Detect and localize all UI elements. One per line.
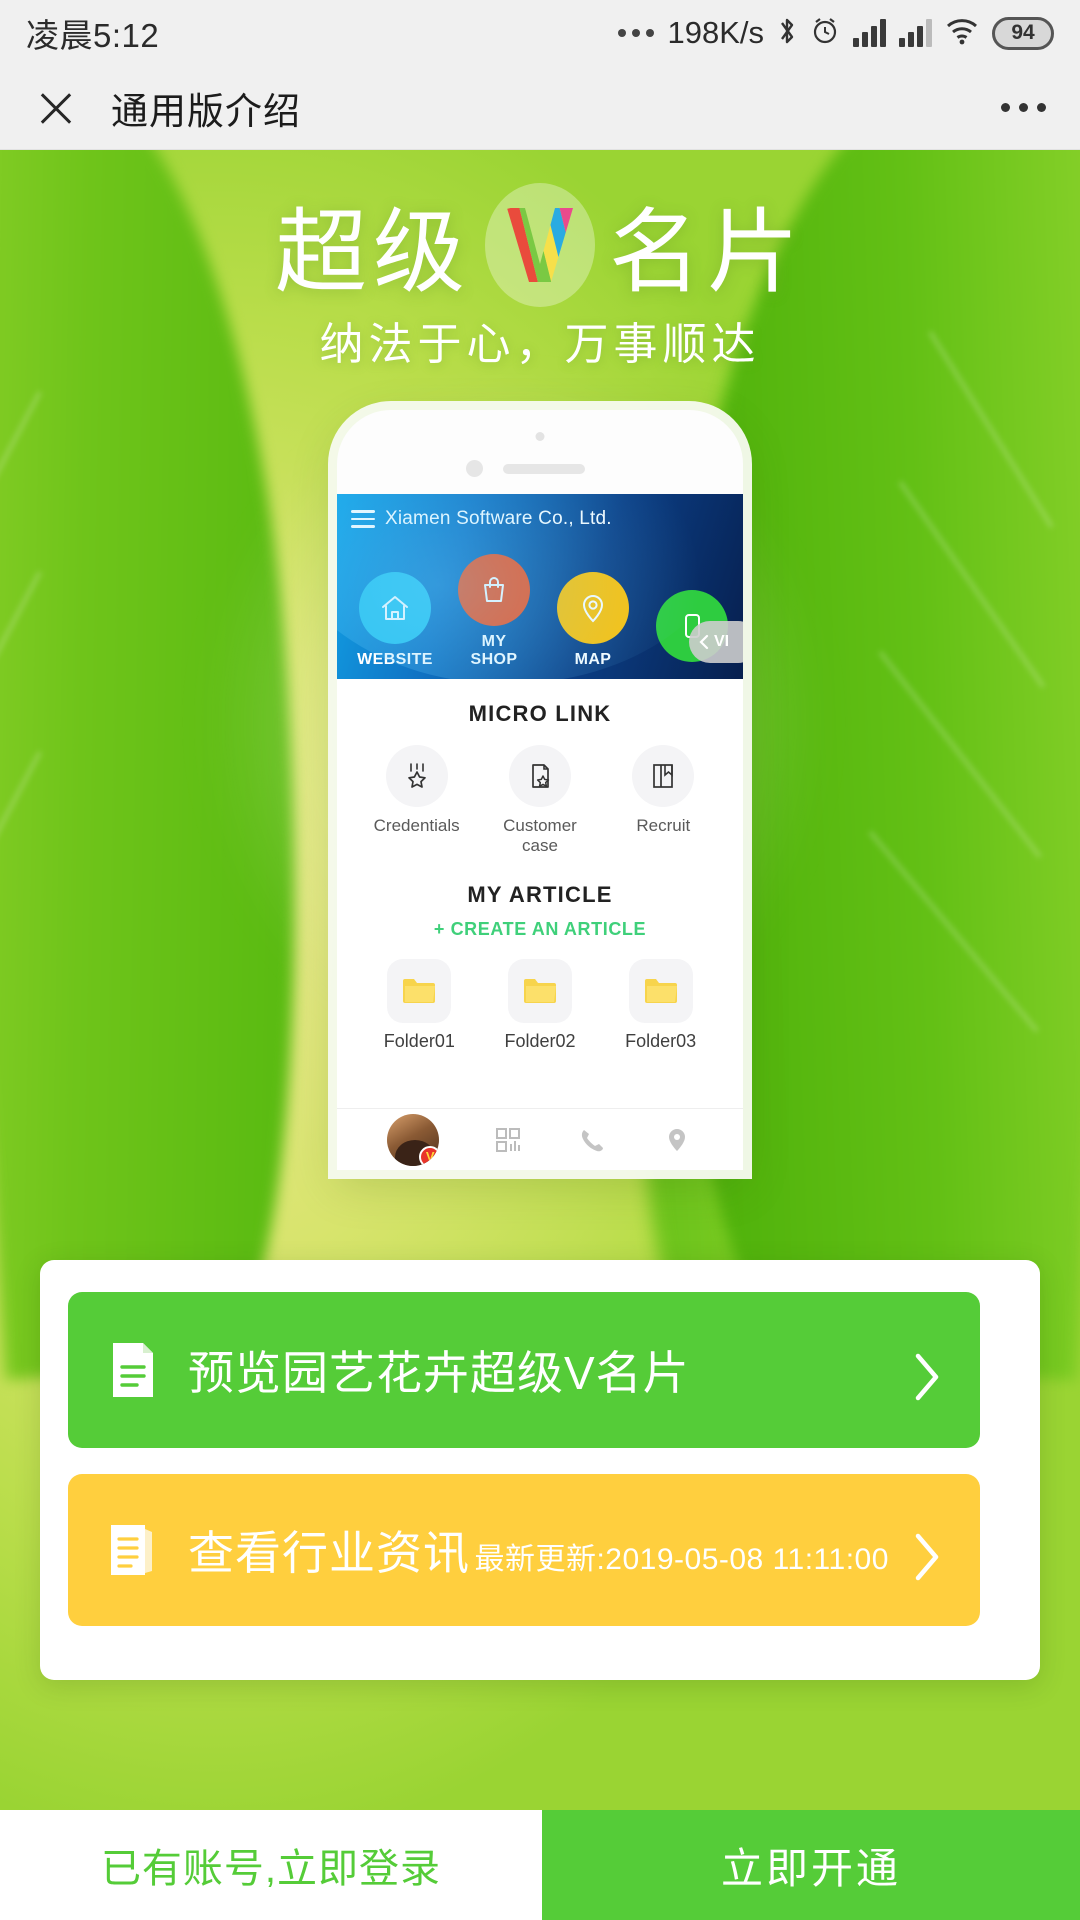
cta-card: 预览园艺花卉超级V名片 查看行业资讯 最新更新:2019-05-08 11:11… bbox=[40, 1260, 1040, 1680]
preview-nav-item-my-shop[interactable]: MY SHOP bbox=[456, 554, 532, 669]
industry-news-button[interactable]: 查看行业资讯 最新更新:2019-05-08 11:11:00 bbox=[68, 1474, 980, 1626]
folder-icon bbox=[507, 959, 572, 1023]
page-title: 通用版介绍 bbox=[111, 90, 301, 132]
folder-icon bbox=[387, 959, 452, 1023]
activate-button[interactable]: 立即开通 bbox=[542, 1810, 1080, 1920]
phone-camera-icon bbox=[535, 432, 545, 441]
micro-link-row: Credentials Customer case Recruit bbox=[337, 745, 743, 856]
folder-item[interactable]: Folder03 bbox=[611, 959, 711, 1052]
hero-subtitle: 纳法于心，万事顺达 bbox=[319, 320, 761, 369]
shop-bag-icon bbox=[458, 554, 530, 626]
preview-nav-item-website[interactable]: WEBSITE bbox=[357, 572, 433, 669]
preview-header: Xiamen Software Co., Ltd. WEBSITE MY SHO… bbox=[337, 494, 743, 679]
book-icon bbox=[632, 745, 695, 807]
home-icon bbox=[359, 572, 431, 644]
chevron-right-icon bbox=[906, 1530, 946, 1581]
preview-nav-item-map[interactable]: MAP bbox=[555, 572, 631, 669]
preview-nav-icons: WEBSITE MY SHOP MAP VI bbox=[337, 554, 743, 669]
status-time: 凌晨5:12 bbox=[26, 17, 160, 54]
avatar-icon[interactable]: V bbox=[387, 1113, 440, 1166]
preview-card-label: 预览园艺花卉超级V名片 bbox=[188, 1347, 690, 1399]
phone-sensor-icon bbox=[466, 460, 483, 477]
close-icon[interactable] bbox=[34, 86, 78, 130]
micro-link-item[interactable]: Credentials bbox=[363, 745, 471, 856]
industry-news-label: 查看行业资讯 bbox=[188, 1527, 470, 1579]
wifi-icon bbox=[945, 17, 979, 50]
phone-mockup: Xiamen Software Co., Ltd. WEBSITE MY SHO… bbox=[337, 410, 743, 1170]
micro-link-item[interactable]: Recruit bbox=[609, 745, 717, 856]
chevron-right-icon bbox=[906, 1350, 946, 1401]
phone-icon[interactable] bbox=[576, 1124, 608, 1156]
medal-star-icon bbox=[385, 745, 448, 807]
bluetooth-icon bbox=[777, 15, 797, 52]
status-bar: 凌晨5:12 198K/s 94 bbox=[0, 0, 1080, 66]
alarm-icon bbox=[810, 16, 840, 51]
folder-item[interactable]: Folder01 bbox=[369, 959, 469, 1052]
micro-link-label: Customer case bbox=[503, 816, 577, 855]
micro-link-item[interactable]: Customer case bbox=[486, 745, 594, 856]
folder-item[interactable]: Folder02 bbox=[490, 959, 590, 1052]
preview-pill-label: VI bbox=[714, 633, 730, 650]
preview-nav-label: MY SHOP bbox=[470, 633, 518, 668]
battery-icon: 94 bbox=[992, 16, 1054, 50]
preview-card-text: 预览园艺花卉超级V名片 bbox=[188, 1337, 906, 1403]
folder-label: Folder02 bbox=[504, 1031, 576, 1051]
avatar-badge: V bbox=[419, 1145, 440, 1166]
login-button[interactable]: 已有账号,立即登录 bbox=[0, 1810, 542, 1920]
bottom-bar: 已有账号,立即登录 立即开通 bbox=[0, 1810, 1080, 1920]
nav-bar: 通用版介绍 bbox=[0, 66, 1080, 150]
phone-speaker-icon bbox=[503, 464, 585, 474]
map-pin-icon bbox=[557, 572, 629, 644]
industry-news-sublabel: 最新更新:2019-05-08 11:11:00 bbox=[474, 1543, 889, 1576]
location-icon[interactable] bbox=[661, 1124, 693, 1156]
folder-row: Folder01 Folder02 Folder03 bbox=[337, 959, 743, 1052]
signal-icon bbox=[899, 19, 932, 47]
micro-link-label: Credentials bbox=[373, 816, 460, 835]
signal-icon bbox=[853, 19, 886, 47]
chevron-left-icon bbox=[699, 634, 709, 650]
micro-link-label: Recruit bbox=[636, 816, 691, 835]
network-speed: 198K/s bbox=[667, 15, 764, 50]
folder-icon bbox=[628, 959, 693, 1023]
more-icon[interactable] bbox=[1001, 103, 1046, 112]
preview-bottom-nav: V bbox=[337, 1108, 743, 1170]
folder-label: Folder01 bbox=[383, 1031, 455, 1051]
my-article-title: MY ARTICLE bbox=[467, 882, 613, 907]
preview-card-button[interactable]: 预览园艺花卉超级V名片 bbox=[68, 1292, 980, 1448]
preview-nav-label: WEBSITE bbox=[357, 651, 433, 668]
micro-link-title: MICRO LINK bbox=[468, 701, 612, 726]
phone-screen: Xiamen Software Co., Ltd. WEBSITE MY SHO… bbox=[337, 494, 743, 1170]
preview-nav-label: MAP bbox=[574, 651, 612, 668]
document-star-icon bbox=[508, 745, 571, 807]
news-document-icon bbox=[102, 1521, 164, 1579]
preview-collapse-pill[interactable]: VI bbox=[689, 621, 743, 663]
industry-news-text: 查看行业资讯 最新更新:2019-05-08 11:11:00 bbox=[188, 1517, 906, 1583]
status-icons: 198K/s 94 bbox=[618, 15, 1054, 52]
create-article-link[interactable]: + CREATE AN ARTICLE bbox=[337, 919, 743, 940]
hero-title-right: 名片 bbox=[609, 202, 806, 304]
hamburger-icon[interactable] bbox=[351, 510, 375, 533]
folder-label: Folder03 bbox=[625, 1031, 697, 1051]
more-dots-icon bbox=[618, 29, 655, 37]
hero-title-left: 超级 bbox=[274, 202, 471, 304]
company-name: Xiamen Software Co., Ltd. bbox=[385, 508, 612, 529]
qrcode-icon[interactable] bbox=[492, 1124, 524, 1156]
document-icon bbox=[102, 1341, 164, 1399]
hero-title: 超级 名片 bbox=[0, 178, 1080, 311]
v-logo-icon bbox=[485, 182, 595, 307]
